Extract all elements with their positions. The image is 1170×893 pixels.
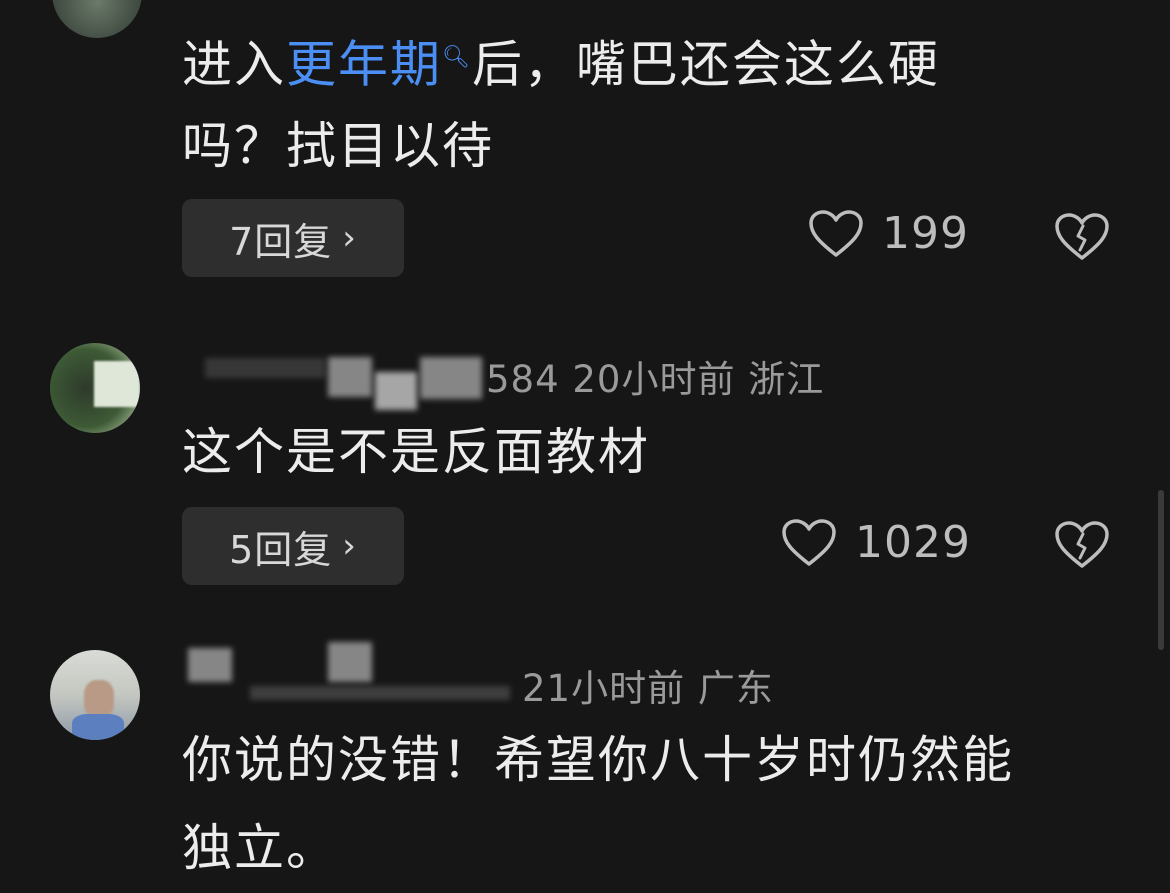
comment-1-text-after: 后，嘴巴还会这么硬 xyxy=(471,35,940,94)
dislike-button[interactable] xyxy=(1054,520,1110,574)
heart-outline-icon xyxy=(809,209,863,257)
comment-1-text-before: 进入 xyxy=(182,35,286,94)
comment-2-line-1: 这个是不是反面教材 xyxy=(182,423,650,481)
like-count: 199 xyxy=(882,208,969,259)
blurred-username xyxy=(328,642,372,682)
reply-button[interactable]: 5回复 › xyxy=(182,507,404,585)
blurred-username xyxy=(205,358,325,378)
like-button[interactable]: 199 xyxy=(808,208,969,259)
dislike-button[interactable] xyxy=(1054,212,1110,266)
reply-button[interactable]: 7回复 › xyxy=(182,199,404,277)
like-count: 1029 xyxy=(855,517,971,568)
broken-heart-icon xyxy=(1055,213,1109,260)
blurred-username xyxy=(250,686,510,700)
scrollbar[interactable] xyxy=(1158,490,1164,650)
blurred-username xyxy=(375,372,417,410)
reply-label: 7回复 xyxy=(229,219,333,264)
blurred-username xyxy=(420,357,482,399)
like-button[interactable]: 1029 xyxy=(781,517,971,568)
heart-outline-icon xyxy=(782,518,836,566)
avatar-user-3[interactable] xyxy=(50,650,140,740)
comment-1-line-2: 吗？拭目以待 xyxy=(182,117,494,175)
comment-3-line-1: 你说的没错！希望你八十岁时仍然能 xyxy=(182,731,1014,789)
avatar-top[interactable] xyxy=(52,0,142,38)
blurred-username xyxy=(328,357,372,397)
comment-1-line-1: 进入更年期🔍︎后，嘴巴还会这么硬 xyxy=(182,14,940,109)
avatar-blur xyxy=(94,361,140,407)
comment-3-line-2: 独立。 xyxy=(182,819,338,877)
avatar-user-2[interactable] xyxy=(50,343,140,433)
comment-3-meta: 21小时前 广东 xyxy=(522,667,774,710)
search-icon[interactable]: 🔍︎ xyxy=(442,45,472,70)
reply-label: 5回复 xyxy=(229,527,333,572)
topic-link[interactable]: 更年期 xyxy=(286,36,442,94)
avatar-person xyxy=(84,680,114,716)
chevron-right-icon: › xyxy=(342,526,357,566)
avatar-shirt xyxy=(72,714,124,740)
broken-heart-icon xyxy=(1055,521,1109,568)
blurred-username xyxy=(188,648,232,682)
comment-2-meta: 584 20小时前 浙江 xyxy=(486,358,825,401)
chevron-right-icon: › xyxy=(342,218,357,258)
